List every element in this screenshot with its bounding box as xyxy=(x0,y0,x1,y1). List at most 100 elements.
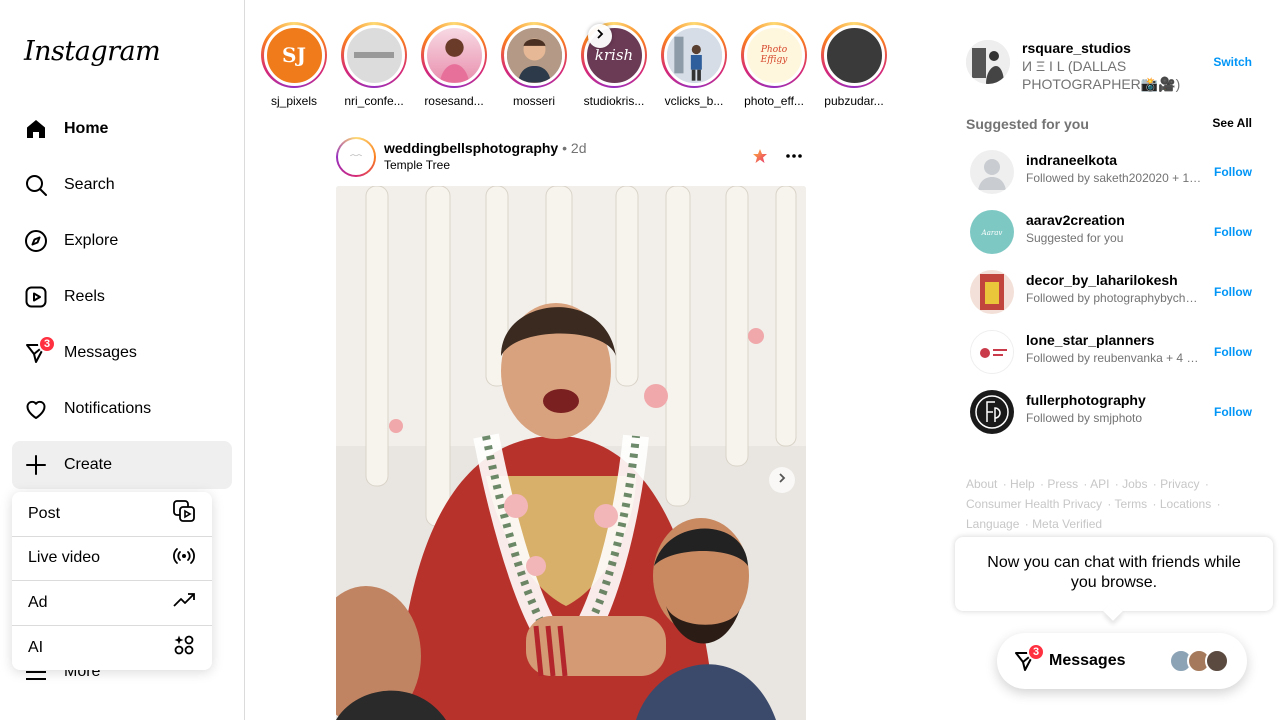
story-item[interactable]: vclicks_b... xyxy=(658,22,730,108)
footer-link[interactable]: About xyxy=(966,477,997,491)
ai-icon xyxy=(172,633,196,662)
story-item[interactable]: rosesand... xyxy=(418,22,490,108)
chat-avatar xyxy=(1205,649,1229,673)
create-ad-item[interactable]: Ad xyxy=(12,581,212,626)
story-name: pubzudar... xyxy=(824,94,884,108)
messages-pill-label: Messages xyxy=(1049,652,1126,669)
post-location[interactable]: Temple Tree xyxy=(384,158,450,172)
suggestion-avatar[interactable] xyxy=(970,150,1014,194)
see-all-link[interactable]: See All xyxy=(1212,116,1252,130)
suggestion-username[interactable]: lone_star_planners xyxy=(1026,332,1154,348)
nav-search-label: Search xyxy=(64,176,115,193)
story-avatar: SJ xyxy=(263,24,325,86)
story-item[interactable]: Photo Effigy photo_eff... xyxy=(738,22,810,108)
suggestion-avatar[interactable] xyxy=(970,330,1014,374)
footer-link[interactable]: Terms xyxy=(1115,497,1148,511)
create-ai-item[interactable]: AI xyxy=(12,626,212,671)
messenger-icon: 3 xyxy=(24,335,56,365)
suggestion-subtitle: Followed by smjphoto xyxy=(1026,411,1143,425)
suggestion-username[interactable]: fullerphotography xyxy=(1026,392,1146,408)
story-item[interactable]: pubzudar... xyxy=(818,22,890,108)
switch-account-button[interactable]: Switch xyxy=(1213,55,1252,69)
nav-reels[interactable]: Reels xyxy=(12,273,232,321)
story-item[interactable]: nri_confe... xyxy=(338,22,410,108)
story-item[interactable]: SJ sj_pixels xyxy=(258,22,330,108)
suggestion-username[interactable]: indraneelkota xyxy=(1026,152,1117,168)
create-live-item[interactable]: Live video xyxy=(12,537,212,581)
image-next-button[interactable] xyxy=(769,467,795,493)
follow-button[interactable]: Follow xyxy=(1214,405,1252,419)
create-ai-label: AI xyxy=(28,638,44,656)
suggestion-username[interactable]: decor_by_laharilokesh xyxy=(1026,272,1178,288)
story-avatar xyxy=(663,24,725,86)
create-post-item[interactable]: Post xyxy=(12,492,212,537)
footer-link[interactable]: Help xyxy=(1010,477,1035,491)
post-image[interactable] xyxy=(336,186,806,720)
nav-home-label: Home xyxy=(64,120,109,137)
footer-link[interactable]: Meta Verified xyxy=(1032,517,1102,531)
story-name: studiokris... xyxy=(583,94,645,108)
post-more-options-icon[interactable] xyxy=(784,146,804,171)
follow-button[interactable]: Follow xyxy=(1214,165,1252,179)
follow-button[interactable]: Follow xyxy=(1214,285,1252,299)
footer-link[interactable]: Language xyxy=(966,517,1019,531)
nav-messages-label: Messages xyxy=(64,344,137,361)
story-name: vclicks_b... xyxy=(664,94,724,108)
messages-badge: 3 xyxy=(38,335,56,353)
nav-search[interactable]: Search xyxy=(12,161,232,209)
follow-button[interactable]: Follow xyxy=(1214,345,1252,359)
search-icon xyxy=(24,173,48,197)
nav-explore-label: Explore xyxy=(64,232,119,249)
current-account-username[interactable]: rsquare_studios xyxy=(1022,40,1131,56)
nav-notifications-label: Notifications xyxy=(64,400,152,417)
follow-button[interactable]: Follow xyxy=(1214,225,1252,239)
footer-link[interactable]: API xyxy=(1090,477,1109,491)
recent-chat-avatars xyxy=(1169,649,1229,673)
current-account-fullname: И Ξ I L (DALLAS PHOTOGRAPHER📸🎥) xyxy=(1022,58,1181,92)
post-username[interactable]: weddingbellsphotography xyxy=(384,140,558,156)
story-avatar-text: krish xyxy=(594,46,634,64)
messages-pill-badge: 3 xyxy=(1027,643,1045,661)
suggestion-subtitle: Followed by reubenvanka + 4 more xyxy=(1026,351,1204,365)
suggestion-avatar[interactable] xyxy=(970,270,1014,314)
nav-explore[interactable]: Explore xyxy=(12,217,232,265)
suggestion-username[interactable]: aarav2creation xyxy=(1026,212,1125,228)
stories-next-button[interactable] xyxy=(588,24,612,48)
instagram-logo[interactable]: Instagram xyxy=(24,36,161,67)
suggestion-item: lone_star_planners Followed by reubenvan… xyxy=(970,330,1256,374)
story-avatar xyxy=(503,24,565,86)
nav-home[interactable]: Home xyxy=(12,105,232,153)
footer-link[interactable]: Consumer Health Privacy xyxy=(966,497,1102,511)
post-author-avatar[interactable]: ⌒⌒ xyxy=(336,137,376,177)
story-item[interactable]: mosseri xyxy=(498,22,570,108)
footer-link[interactable]: Jobs xyxy=(1122,477,1147,491)
footer-link[interactable]: Locations xyxy=(1160,497,1211,511)
nav-messages[interactable]: 3 Messages xyxy=(12,329,232,377)
current-account: rsquare_studios И Ξ I L (DALLAS PHOTOGRA… xyxy=(966,40,1256,92)
suggestion-avatar[interactable]: Aarav xyxy=(970,210,1014,254)
nav-create[interactable]: Create xyxy=(12,441,232,489)
nav-notifications[interactable]: Notifications xyxy=(12,385,232,433)
suggestion-item: decor_by_laharilokesh Followed by photog… xyxy=(970,270,1256,314)
post-header: ⌒⌒ weddingbellsphotography • 2d Temple T… xyxy=(336,136,806,178)
current-account-avatar[interactable] xyxy=(966,40,1010,84)
plus-icon xyxy=(24,453,48,477)
footer-link[interactable]: Privacy xyxy=(1160,477,1199,491)
messages-pill-button[interactable]: 3 Messages xyxy=(997,633,1247,689)
story-name: mosseri xyxy=(512,94,555,108)
create-post-label: Post xyxy=(28,504,61,522)
suggestion-avatar[interactable] xyxy=(970,390,1014,434)
favorite-star-icon xyxy=(752,148,768,169)
create-menu: Post Live video Ad AI xyxy=(12,492,212,670)
post-author[interactable]: weddingbellsphotography • 2d xyxy=(384,140,587,156)
suggestion-subtitle: Followed by saketh202020 + 1 more xyxy=(1026,171,1204,185)
chevron-right-icon xyxy=(594,27,606,45)
suggestion-item: Aarav aarav2creation Suggested for you F… xyxy=(970,210,1256,254)
footer-link[interactable]: Press xyxy=(1047,477,1078,491)
home-icon xyxy=(24,117,48,141)
messenger-icon: 3 xyxy=(1013,643,1045,673)
story-avatar xyxy=(343,24,405,86)
nav-create-label: Create xyxy=(64,456,113,473)
compass-icon xyxy=(24,229,48,253)
reels-icon xyxy=(24,285,48,309)
